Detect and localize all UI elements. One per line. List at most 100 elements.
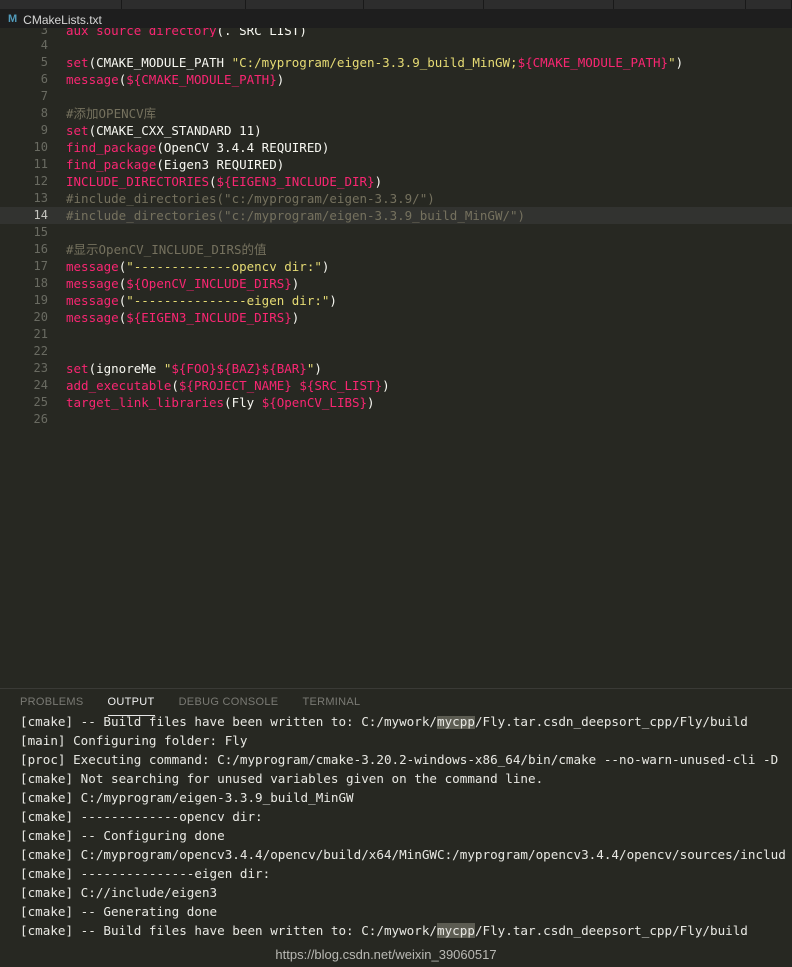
- code-token: ): [329, 293, 337, 308]
- window-tab-slot[interactable]: [122, 0, 246, 9]
- window-tab-slot[interactable]: [484, 0, 614, 9]
- line-number: 9: [40, 123, 48, 137]
- code-line[interactable]: 23 set(ignoreMe "${FOO}${BAZ}${BAR}"): [0, 360, 792, 377]
- panel-tab-bar[interactable]: PROBLEMS OUTPUT DEBUG CONSOLE TERMINAL: [0, 689, 792, 716]
- code-token: ): [276, 157, 285, 172]
- code-token: message: [66, 310, 119, 325]
- output-line: [proc] Executing command: C:/myprogram/c…: [20, 750, 792, 769]
- line-number: 14: [33, 208, 48, 222]
- code-token: message: [66, 293, 119, 308]
- code-line[interactable]: 24 add_executable(${PROJECT_NAME} ${SRC_L…: [0, 377, 792, 394]
- line-number: 21: [33, 327, 48, 341]
- code-token: ${OpenCV_LIBS}: [261, 395, 368, 410]
- editor-tab-cmakelists[interactable]: M CMakeLists.txt: [0, 9, 112, 30]
- code-line[interactable]: 15: [0, 224, 792, 241]
- code-line[interactable]: 9 set(CMAKE_CXX_STANDARD 11): [0, 122, 792, 139]
- code-token: OpenCV 3.4.4 REQUIRED: [163, 140, 322, 155]
- window-tab-slot[interactable]: [746, 0, 792, 9]
- code-line[interactable]: 11 find_package(Eigen3 REQUIRED): [0, 156, 792, 173]
- code-token: target_link_libraries: [66, 395, 225, 410]
- code-token: (: [216, 28, 225, 37]
- code-token: "C:/myprogram/eigen-3.3.9_build_MinGW;: [231, 55, 518, 70]
- panel-tab-debug-console[interactable]: DEBUG CONSOLE: [179, 689, 279, 716]
- code-line[interactable]: 25 target_link_libraries(Fly ${OpenCV_LIB…: [0, 394, 792, 411]
- line-number: 5: [40, 55, 48, 69]
- code-token: (: [88, 123, 97, 138]
- code-text: message(${EIGEN3_INCLUDE_DIRS}): [66, 309, 299, 326]
- code-token: message: [66, 72, 119, 87]
- line-number: 7: [40, 89, 48, 103]
- code-token: ${EIGEN3_INCLUDE_DIR}: [216, 174, 375, 189]
- search-match-highlight: mycpp: [437, 716, 475, 729]
- output-text: /Fly.tar.csdn_deepsort_cpp/Fly/build: [474, 716, 748, 729]
- code-line[interactable]: 16 #显示OpenCV_INCLUDE_DIRS的值: [0, 241, 792, 258]
- code-token: set: [66, 55, 89, 70]
- code-token: ): [254, 123, 262, 138]
- code-token: ": [668, 55, 676, 70]
- code-line[interactable]: 20 message(${EIGEN3_INCLUDE_DIRS}): [0, 309, 792, 326]
- panel-tab-output[interactable]: OUTPUT: [107, 689, 155, 716]
- code-line[interactable]: 14 #include_directories("c:/myprogram/eig…: [0, 207, 792, 224]
- line-number: 25: [33, 395, 48, 409]
- code-text: set(CMAKE_CXX_STANDARD 11): [66, 122, 262, 139]
- panel-tab-problems[interactable]: PROBLEMS: [20, 689, 84, 716]
- output-line: [main] Configuring folder: Fly: [20, 731, 792, 750]
- line-number: 10: [33, 140, 48, 154]
- panel-tab-terminal[interactable]: TERMINAL: [302, 689, 360, 716]
- code-line[interactable]: 12 INCLUDE_DIRECTORIES(${EIGEN3_INCLUDE_D…: [0, 173, 792, 190]
- code-token: #include_directories("c:/myprogram/eigen…: [66, 191, 435, 206]
- code-token: ): [291, 276, 300, 291]
- code-line[interactable]: 17 message("-------------opencv dir:"): [0, 258, 792, 275]
- code-line[interactable]: 6 message(${CMAKE_MODULE_PATH}): [0, 71, 792, 88]
- code-lines[interactable]: 3 aux_source_directory(. SRC_LIST) 4 5 set(C…: [0, 28, 792, 428]
- code-token: (: [171, 378, 179, 393]
- code-line[interactable]: 26: [0, 411, 792, 428]
- line-number: 18: [33, 276, 48, 290]
- code-line[interactable]: 21: [0, 326, 792, 343]
- code-line[interactable]: 19 message("---------------eigen dir:"): [0, 292, 792, 309]
- window-tab-slot[interactable]: [614, 0, 746, 9]
- window-tab-slot[interactable]: [0, 0, 122, 9]
- code-token: (: [209, 174, 217, 189]
- code-token: ): [321, 259, 330, 274]
- search-match-highlight: mycpp: [437, 923, 475, 938]
- code-line[interactable]: 7: [0, 88, 792, 105]
- code-token: . SRC_LIST: [224, 28, 300, 37]
- code-token: ${EIGEN3_INCLUDE_DIRS}: [126, 310, 292, 325]
- code-token: (: [88, 55, 97, 70]
- output-text: [cmake] Not searching for unused variabl…: [20, 771, 544, 786]
- output-line: [cmake] -- Generating done: [20, 902, 792, 921]
- code-token: ): [276, 72, 285, 87]
- output-console[interactable]: [cmake] -- Build files have been written…: [0, 716, 792, 967]
- line-number: 23: [33, 361, 48, 375]
- code-token: set: [66, 123, 89, 138]
- output-text: [cmake] -- Build files have been written…: [20, 716, 438, 729]
- code-token: #include_directories("c:/myprogram/eigen…: [66, 208, 526, 223]
- code-token: ): [675, 55, 684, 70]
- code-token: ): [299, 28, 307, 37]
- line-number: 13: [33, 191, 48, 205]
- code-line[interactable]: 8 #添加OPENCV库: [0, 105, 792, 122]
- code-token: ${CMAKE_MODULE_PATH}: [517, 55, 669, 70]
- code-token: find_package: [66, 140, 157, 155]
- window-tab-slot[interactable]: [364, 0, 484, 9]
- code-line[interactable]: 10 find_package(OpenCV 3.4.4 REQUIRED): [0, 139, 792, 156]
- code-line[interactable]: 3 aux_source_directory(. SRC_LIST): [0, 28, 792, 37]
- cmake-file-icon: M: [8, 13, 18, 25]
- csdn-watermark: https://blog.csdn.net/weixin_39060517: [275, 947, 497, 962]
- code-token: (: [156, 157, 164, 172]
- code-token: ${FOO}${BAZ}${BAR}: [171, 361, 307, 376]
- window-tab-slot[interactable]: [246, 0, 364, 9]
- output-line: [cmake] -- Build files have been written…: [20, 716, 792, 731]
- line-number: 3: [40, 28, 48, 37]
- line-number: 6: [40, 72, 48, 86]
- code-editor[interactable]: 3 aux_source_directory(. SRC_LIST) 4 5 set(C…: [0, 28, 792, 688]
- code-line[interactable]: 5 set(CMAKE_MODULE_PATH "C:/myprogram/eig…: [0, 54, 792, 71]
- line-number: 8: [40, 106, 48, 120]
- code-token: CMAKE_CXX_STANDARD 11: [96, 123, 255, 138]
- code-line[interactable]: 13 #include_directories("c:/myprogram/eig…: [0, 190, 792, 207]
- code-line[interactable]: 22: [0, 343, 792, 360]
- code-line[interactable]: 18 message(${OpenCV_INCLUDE_DIRS}): [0, 275, 792, 292]
- code-line[interactable]: 4: [0, 37, 792, 54]
- code-token: ): [367, 395, 375, 410]
